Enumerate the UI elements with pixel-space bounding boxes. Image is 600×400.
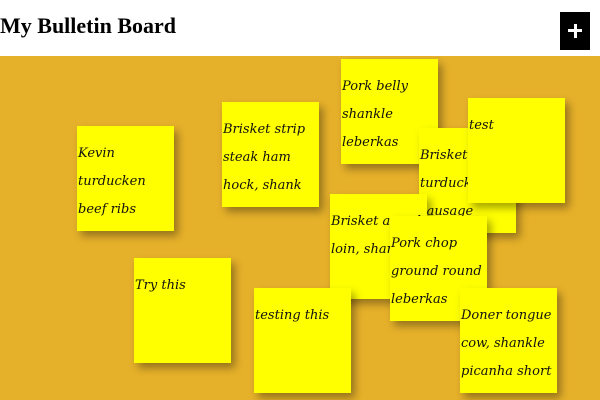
sticky-note[interactable]: Try this	[134, 258, 231, 363]
sticky-note[interactable]: test	[468, 98, 565, 203]
add-note-button[interactable]	[560, 12, 590, 50]
bulletin-board: Kevin turducken beef ribs pastrami Brisk…	[0, 56, 600, 400]
header-bar: My Bulletin Board	[0, 0, 600, 56]
sticky-note[interactable]: Doner tongue cow, shankle picanha short	[460, 288, 557, 393]
sticky-note[interactable]: Kevin turducken beef ribs pastrami	[77, 126, 174, 231]
sticky-note[interactable]: testing this	[254, 288, 351, 393]
page-title: My Bulletin Board	[0, 13, 177, 38]
sticky-note[interactable]: Brisket strip steak ham hock, shank ribe…	[222, 102, 319, 207]
